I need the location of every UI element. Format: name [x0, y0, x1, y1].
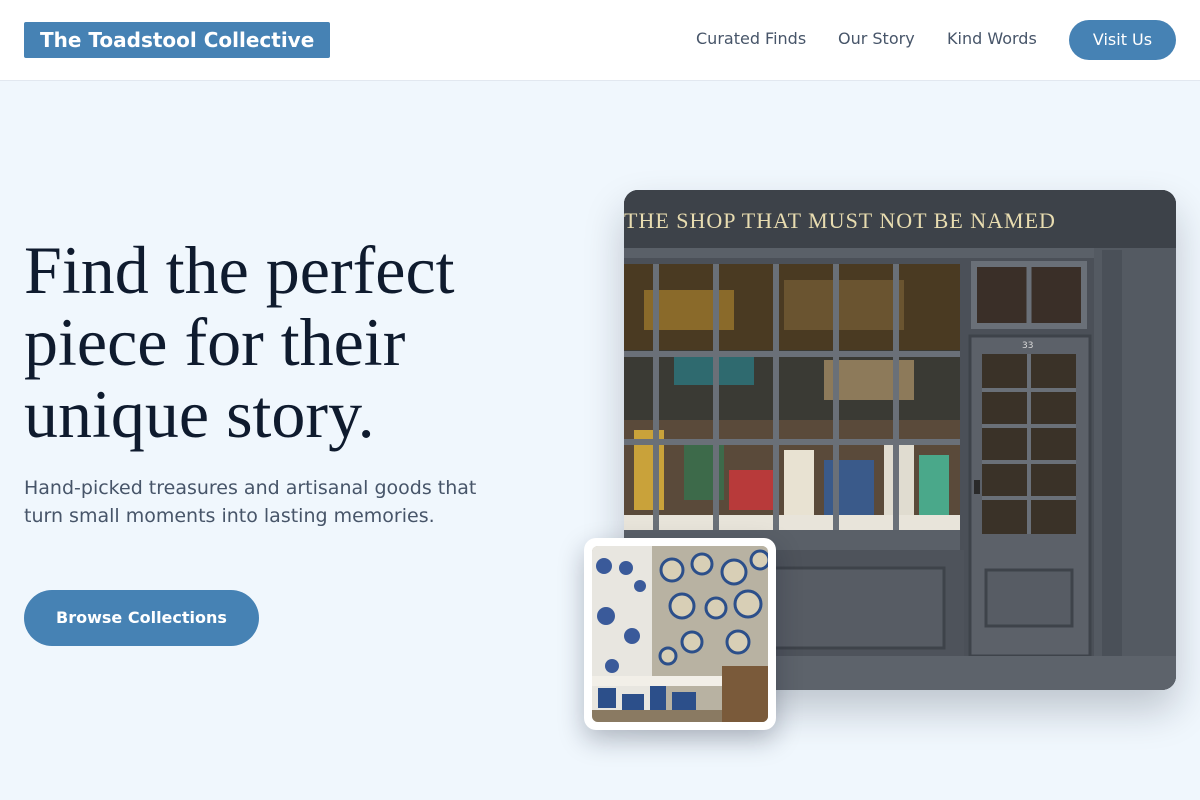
hero-subtitle: Hand-picked treasures and artisanal good… — [24, 477, 477, 527]
visit-us-button[interactable]: Visit Us — [1069, 20, 1176, 60]
nav-link-curated-finds[interactable]: Curated Finds — [696, 29, 806, 49]
pottery-shelves-illustration — [592, 546, 768, 722]
door-number: 33 — [1022, 341, 1033, 351]
browse-collections-button[interactable]: Browse Collections — [24, 590, 259, 646]
brand-logo[interactable]: The Toadstool Collective — [24, 22, 331, 58]
nav-link-kind-words[interactable]: Kind Words — [947, 29, 1037, 49]
site-header: The Toadstool Collective Curated Finds O… — [0, 0, 1200, 81]
hero-title: Find the perfect piece for their unique … — [24, 232, 455, 452]
nav-link-our-story[interactable]: Our Story — [838, 29, 915, 49]
shop-sign-text: THE SHOP THAT MUST NOT BE NAMED — [624, 208, 1056, 233]
pottery-shop-inset-photo — [584, 538, 776, 730]
